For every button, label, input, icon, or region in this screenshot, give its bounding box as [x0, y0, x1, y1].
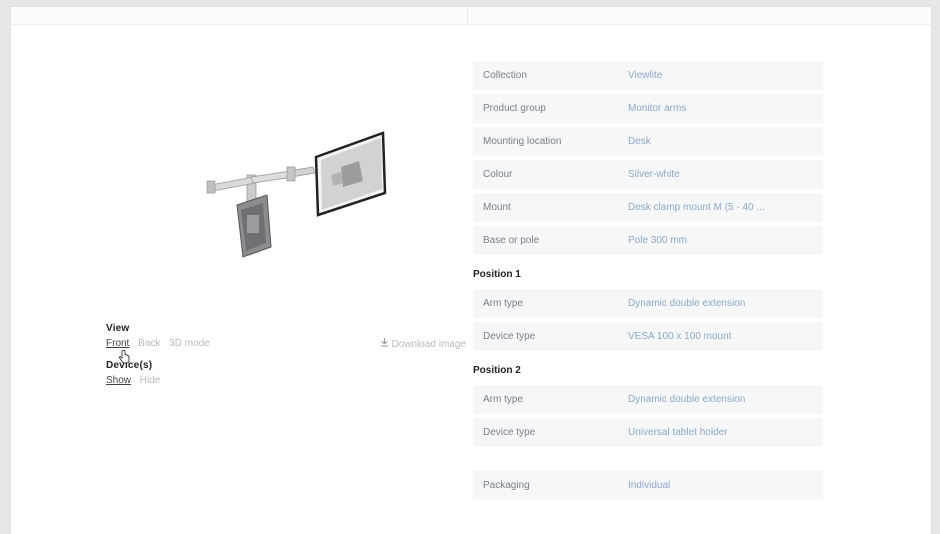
spec-value[interactable]: Desk — [628, 136, 823, 147]
devices-show-option[interactable]: Show — [106, 375, 131, 386]
spec-label: Product group — [483, 103, 546, 114]
devices-heading: Device(s) — [106, 360, 153, 371]
spec-label: Collection — [483, 70, 527, 81]
download-icon — [380, 338, 389, 350]
position-2-title: Position 2 — [473, 365, 521, 376]
download-image-link[interactable]: Download image — [380, 338, 467, 350]
spec-value[interactable]: Dynamic double extension — [628, 394, 823, 405]
monitor-arm-illustration — [206, 131, 387, 258]
spec-label: Device type — [483, 427, 536, 438]
spec-label: Base or pole — [483, 235, 540, 246]
spec-row-mounting-location: Mounting location Desk — [473, 127, 823, 156]
spec-label: Mount — [483, 202, 511, 213]
view-3d-mode-option[interactable]: 3D mode — [169, 338, 210, 349]
view-controls: View Front Back 3D mode Download image D… — [106, 323, 466, 389]
top-bar-divider — [467, 7, 468, 25]
spec-value[interactable]: Monitor arms — [628, 103, 823, 114]
hand-cursor-icon — [117, 349, 131, 364]
spec-row-collection: Collection Viewlite — [473, 61, 823, 90]
spec-row-packaging: Packaging Individual — [473, 471, 823, 500]
spec-value[interactable]: Pole 300 mm — [628, 235, 823, 246]
spec-row-mount: Mount Desk clamp mount M (5 - 40 ... — [473, 193, 823, 222]
product-configurator-page: View Front Back 3D mode Download image D… — [10, 6, 932, 534]
download-image-label: Download image — [391, 339, 467, 350]
devices-options: Show Hide — [106, 375, 466, 389]
view-front-option[interactable]: Front — [106, 338, 129, 349]
spec-row-base-or-pole: Base or pole Pole 300 mm — [473, 226, 823, 255]
view-options: Front Back 3D mode Download image — [106, 338, 467, 364]
spec-value[interactable]: Desk clamp mount M (5 - 40 ... — [628, 202, 823, 213]
spec-row-device-type: Device type VESA 100 x 100 mount — [473, 322, 823, 351]
spec-label: Arm type — [483, 298, 524, 309]
spec-row-arm-type: Arm type Dynamic double extension — [473, 385, 823, 414]
spec-value[interactable]: VESA 100 x 100 mount — [628, 331, 823, 342]
spec-label: Device type — [483, 331, 536, 342]
spec-value[interactable]: Universal tablet holder — [628, 427, 823, 438]
product-preview-image — [191, 115, 401, 265]
devices-hide-option[interactable]: Hide — [140, 375, 161, 386]
position-1-title: Position 1 — [473, 269, 521, 280]
spec-label: Packaging — [483, 480, 530, 491]
spec-row-arm-type: Arm type Dynamic double extension — [473, 289, 823, 318]
spec-label: Arm type — [483, 394, 524, 405]
spec-row-product-group: Product group Monitor arms — [473, 94, 823, 123]
top-bar — [11, 7, 931, 25]
spec-value[interactable]: Silver-white — [628, 169, 823, 180]
view-heading: View — [106, 323, 130, 334]
specifications-table: Collection Viewlite Product group Monito… — [473, 61, 823, 504]
spec-value[interactable]: Viewlite — [628, 70, 823, 81]
spec-row-device-type: Device type Universal tablet holder — [473, 418, 823, 447]
devices-control: Device(s) Show Hide — [106, 360, 466, 389]
spec-label: Colour — [483, 169, 513, 180]
spec-value[interactable]: Dynamic double extension — [628, 298, 823, 309]
spec-row-colour: Colour Silver-white — [473, 160, 823, 189]
view-back-option[interactable]: Back — [138, 338, 160, 349]
spec-label: Mounting location — [483, 136, 562, 147]
spec-value[interactable]: Individual — [628, 480, 823, 491]
